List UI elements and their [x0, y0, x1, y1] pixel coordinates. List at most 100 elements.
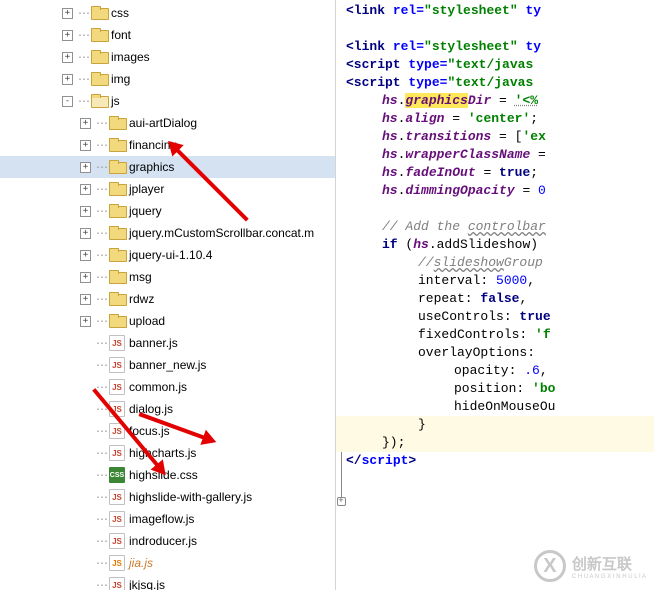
expand-icon[interactable]: + [80, 250, 91, 261]
tree-item-imageflow-js[interactable]: ⋯JSimageflow.js [0, 508, 335, 530]
code-line[interactable]: <link rel="stylesheet" ty [346, 38, 654, 56]
code-line[interactable]: hs.align = 'center'; [346, 110, 654, 128]
code-line[interactable]: position: 'bo [346, 380, 654, 398]
code-token: true [519, 309, 550, 324]
code-line[interactable]: repeat: false, [346, 290, 654, 308]
tree-item-jquery-ui-1-10-4[interactable]: +⋯jquery-ui-1.10.4 [0, 244, 335, 266]
expand-icon[interactable]: + [62, 74, 73, 85]
code-line[interactable] [346, 20, 654, 38]
js-file-icon: JS [109, 533, 125, 549]
code-token: <link [346, 3, 393, 18]
tree-item-upload[interactable]: +⋯upload [0, 310, 335, 332]
code-line[interactable]: hs.dimmingOpacity = 0 [346, 182, 654, 200]
expand-icon[interactable]: + [62, 30, 73, 41]
code-line[interactable]: } [346, 416, 654, 434]
tree-item-label: common.js [129, 380, 187, 394]
expand-icon[interactable]: + [80, 272, 91, 283]
expand-icon[interactable]: + [80, 184, 91, 195]
expand-icon[interactable]: + [80, 294, 91, 305]
tree-item-graphics[interactable]: +⋯graphics [0, 156, 335, 178]
tree-item-focus-js[interactable]: ⋯JSfocus.js [0, 420, 335, 442]
project-tree[interactable]: +⋯css+⋯font+⋯images+⋯img-⋯js+⋯aui-artDia… [0, 0, 336, 590]
tree-item-images[interactable]: +⋯images [0, 46, 335, 68]
code-token: graphics [405, 93, 467, 108]
code-line[interactable]: hs.fadeInOut = true; [346, 164, 654, 182]
tree-item-css[interactable]: +⋯css [0, 2, 335, 24]
code-line[interactable]: useControls: true [346, 308, 654, 326]
expand-icon[interactable]: + [62, 8, 73, 19]
code-line[interactable]: hs.transitions = ['ex [346, 128, 654, 146]
tree-spacer [80, 338, 91, 349]
code-token: hs [382, 183, 398, 198]
fold-expand-icon[interactable]: + [337, 497, 346, 506]
tree-item-highcharts-js[interactable]: ⋯JShighcharts.js [0, 442, 335, 464]
tree-spacer [80, 426, 91, 437]
tree-item-jquery-mCustomScrollbar-concat-m[interactable]: +⋯jquery.mCustomScrollbar.concat.m [0, 222, 335, 244]
folder-icon [91, 72, 107, 86]
code-line[interactable]: }); [346, 434, 654, 452]
folder-icon [109, 226, 125, 240]
js-file-icon: JS [109, 357, 125, 373]
code-token: rel= [393, 39, 424, 54]
tree-spacer [80, 404, 91, 415]
code-token: = [ [491, 129, 522, 144]
code-line[interactable]: if (hs.addSlideshow) [346, 236, 654, 254]
code-token: false [480, 291, 519, 306]
code-token: 5000 [496, 273, 527, 288]
code-line[interactable]: // Add the controlbar [346, 218, 654, 236]
code-line[interactable]: </script> [346, 452, 654, 470]
tree-item-dialog-js[interactable]: ⋯JSdialog.js [0, 398, 335, 420]
tree-item-jkjsq-js[interactable]: ⋯JSjkjsq.js [0, 574, 335, 590]
tree-item-financing[interactable]: +⋯financing [0, 134, 335, 156]
expand-icon[interactable]: + [80, 316, 91, 327]
code-line[interactable]: opacity: .6, [346, 362, 654, 380]
tree-item-label: font [111, 28, 131, 42]
tree-item-jia-js[interactable]: ⋯JSjia.js [0, 552, 335, 574]
expand-icon[interactable]: + [80, 118, 91, 129]
tree-item-jquery[interactable]: +⋯jquery [0, 200, 335, 222]
tree-item-common-js[interactable]: ⋯JScommon.js [0, 376, 335, 398]
tree-item-label: highslide.css [129, 468, 198, 482]
watermark-subtext: C H U A N G X I N H U L I A [572, 574, 646, 580]
tree-item-msg[interactable]: +⋯msg [0, 266, 335, 288]
code-line[interactable]: hs.graphicsDir = '<% [346, 92, 654, 110]
folder-icon [91, 50, 107, 64]
expand-icon[interactable]: + [62, 52, 73, 63]
code-token: '<% [515, 93, 538, 108]
tree-item-img[interactable]: +⋯img [0, 68, 335, 90]
code-token: 'bo [532, 381, 555, 396]
tree-item-label: focus.js [129, 424, 170, 438]
expand-icon[interactable]: + [80, 140, 91, 151]
tree-item-js[interactable]: -⋯js [0, 90, 335, 112]
expand-icon[interactable]: + [80, 162, 91, 173]
collapse-icon[interactable]: - [62, 96, 73, 107]
code-line[interactable]: hs.wrapperClassName = [346, 146, 654, 164]
watermark: X 创新互联 C H U A N G X I N H U L I A [534, 550, 646, 582]
tree-item-highslide-css[interactable]: ⋯CSShighslide.css [0, 464, 335, 486]
code-line[interactable]: fixedControls: 'f [346, 326, 654, 344]
tree-item-banner_new-js[interactable]: ⋯JSbanner_new.js [0, 354, 335, 376]
expand-icon[interactable]: + [80, 228, 91, 239]
tree-item-aui-artDialog[interactable]: +⋯aui-artDialog [0, 112, 335, 134]
tree-item-rdwz[interactable]: +⋯rdwz [0, 288, 335, 310]
code-line[interactable]: <link rel="stylesheet" ty [346, 2, 654, 20]
code-line[interactable] [346, 200, 654, 218]
tree-item-highslide-with-gallery-js[interactable]: ⋯JShighslide-with-gallery.js [0, 486, 335, 508]
tree-spacer [80, 448, 91, 459]
tree-item-indroducer-js[interactable]: ⋯JSindroducer.js [0, 530, 335, 552]
tree-item-jplayer[interactable]: +⋯jplayer [0, 178, 335, 200]
code-token: wrapperClassName [405, 147, 530, 162]
code-line[interactable]: interval: 5000, [346, 272, 654, 290]
code-token: <script [346, 57, 408, 72]
code-line[interactable]: overlayOptions: [346, 344, 654, 362]
code-editor[interactable]: - + <link rel="stylesheet" ty <link rel=… [336, 0, 654, 590]
js-file-icon: JS [109, 401, 125, 417]
expand-icon[interactable]: + [80, 206, 91, 217]
code-line[interactable]: <script type="text/javas [346, 56, 654, 74]
code-line[interactable]: //slideshowGroup [346, 254, 654, 272]
code-line[interactable]: hideOnMouseOu [346, 398, 654, 416]
code-token: = [515, 183, 538, 198]
code-line[interactable]: <script type="text/javas [346, 74, 654, 92]
tree-item-font[interactable]: +⋯font [0, 24, 335, 46]
tree-item-banner-js[interactable]: ⋯JSbanner.js [0, 332, 335, 354]
